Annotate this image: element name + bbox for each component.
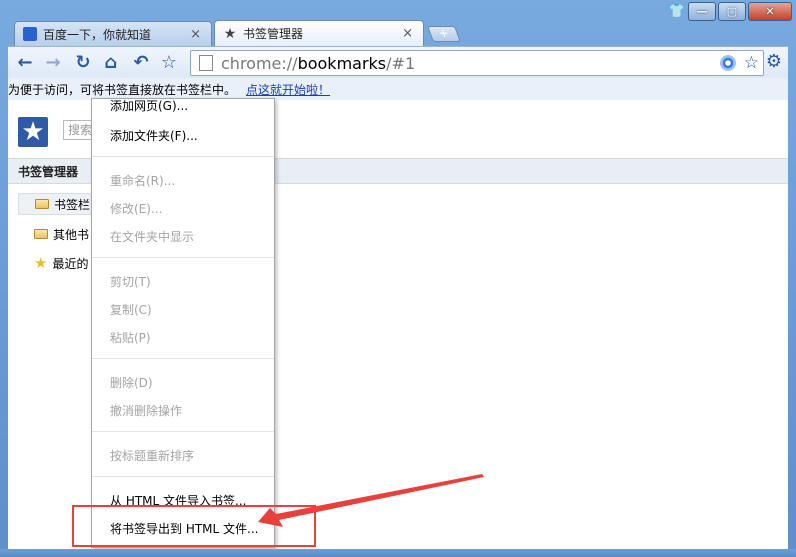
browser-window: 👕 — ▢ ✕ 🐾 百度一下，你就知道 × ★ 书签管理器 × + ← → ↻ … — [0, 0, 796, 557]
window-bottom-border — [0, 549, 796, 557]
annotation-arrow-icon — [258, 474, 484, 527]
